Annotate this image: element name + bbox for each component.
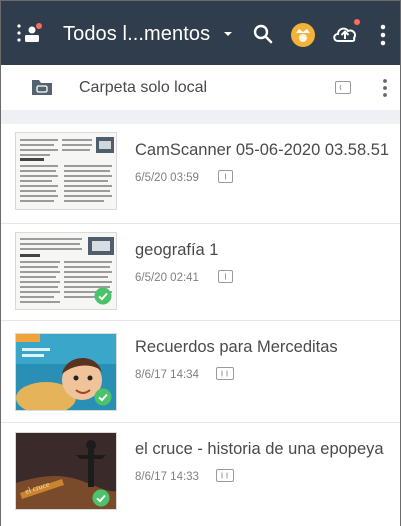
document-item[interactable]: CamScanner 05-06-2020 03.58.51 6/5/20 03… — [1, 124, 400, 224]
chevron-down-icon[interactable] — [220, 27, 236, 41]
document-item[interactable]: geografía 1 6/5/20 02:41 — [1, 224, 400, 321]
document-item[interactable]: el cruce el cruce - historia de una epop… — [1, 423, 400, 526]
document-date: 6/5/20 02:41 — [135, 272, 199, 284]
synced-check-icon — [94, 287, 112, 305]
document-title: Recuerdos para Merceditas — [135, 338, 338, 356]
search-icon[interactable] — [251, 22, 275, 46]
local-folder-row[interactable]: Carpeta solo local — [1, 65, 400, 110]
notification-dot — [36, 23, 42, 29]
document-thumbnail[interactable] — [15, 333, 117, 411]
top-toolbar: Todos l...mentos — [1, 1, 400, 65]
more-vert-icon[interactable] — [381, 77, 389, 99]
page-count-icon — [335, 81, 351, 94]
document-thumbnail[interactable]: el cruce — [15, 432, 117, 510]
folder-selector-title[interactable]: Todos l...mentos — [63, 23, 210, 46]
document-title: CamScanner 05-06-2020 03.58.51 — [135, 141, 390, 159]
local-folder-icon — [32, 80, 52, 95]
page-count-icon — [218, 170, 233, 183]
page-count-icon — [216, 367, 234, 380]
more-vert-icon[interactable] — [378, 22, 388, 48]
document-thumbnail[interactable] — [15, 132, 117, 210]
cloud-upload-icon[interactable] — [330, 17, 362, 49]
document-title: geografía 1 — [135, 241, 219, 259]
menu-icon[interactable] — [17, 22, 47, 44]
folder-label: Carpeta solo local — [79, 79, 208, 96]
document-date: 8/6/17 14:33 — [135, 471, 199, 483]
document-item[interactable]: Recuerdos para Merceditas 8/6/17 14:34 — [1, 321, 400, 423]
notification-dot — [354, 19, 360, 25]
page-count-icon — [218, 270, 233, 283]
document-date: 8/6/17 14:34 — [135, 369, 199, 381]
document-date: 6/5/20 03:59 — [135, 172, 199, 184]
document-title: el cruce - historia de una epopeya — [135, 440, 384, 458]
synced-check-icon — [94, 388, 112, 406]
document-thumbnail[interactable] — [15, 232, 117, 310]
page-count-icon — [216, 469, 234, 482]
premium-avatar-icon[interactable] — [290, 22, 316, 48]
synced-check-icon — [92, 489, 110, 507]
section-divider — [1, 110, 400, 124]
app-screen: Todos l...mentos Carpeta solo local CamS… — [0, 0, 401, 526]
